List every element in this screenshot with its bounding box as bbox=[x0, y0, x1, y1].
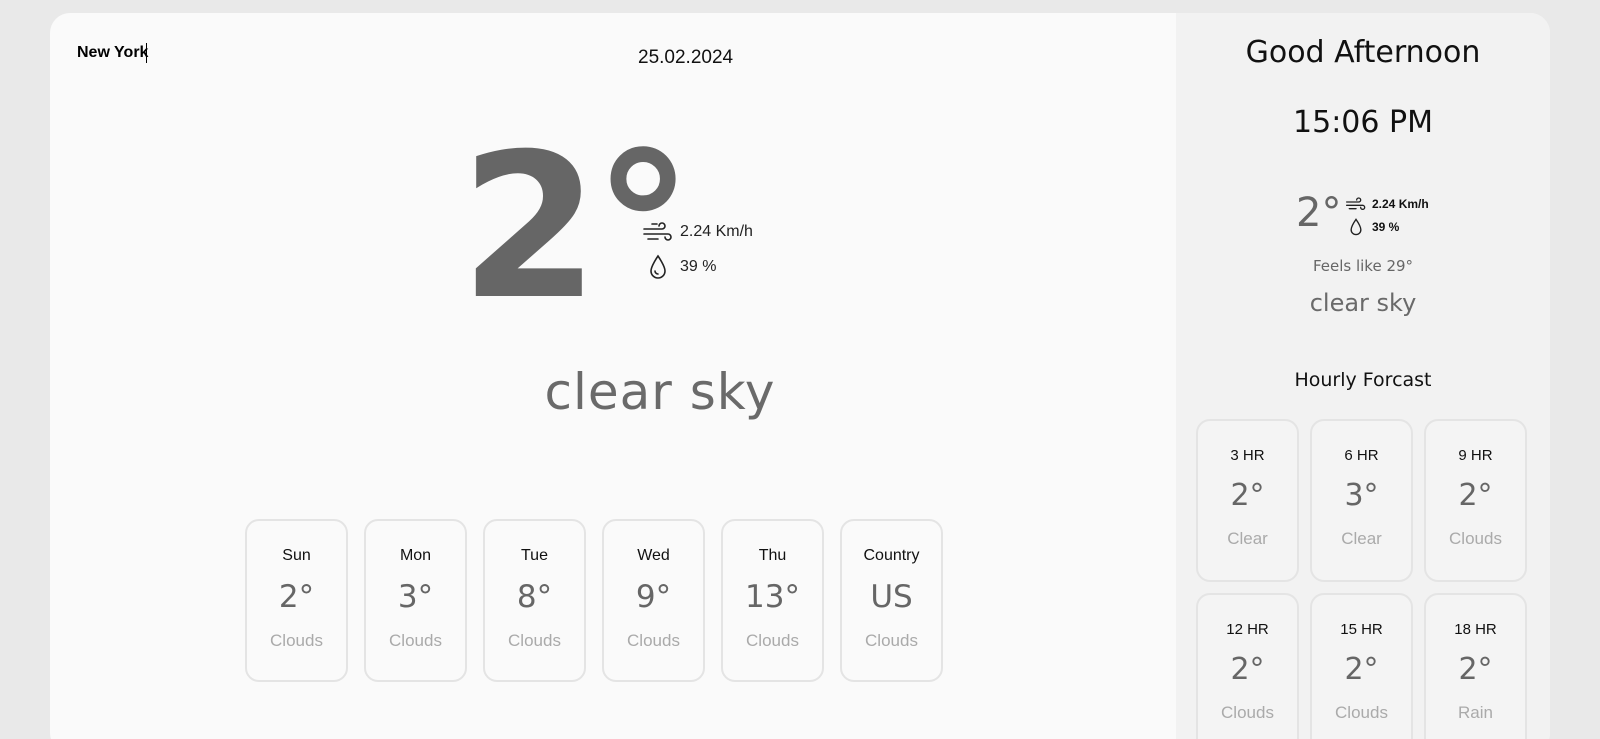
hourly-card: 18 HR 2° Rain bbox=[1424, 593, 1527, 739]
day-label: Mon bbox=[399, 547, 432, 564]
hourly-forecast-title: Hourly Forcast bbox=[1294, 369, 1432, 391]
humidity-value: 39 % bbox=[680, 258, 717, 275]
hour-label: 12 HR bbox=[1226, 621, 1269, 638]
sidebar: Good Afternoon 15:06 PM 2° 2.24 Km/h 39 … bbox=[1176, 13, 1550, 739]
hourly-card: 9 HR 2° Clouds bbox=[1424, 419, 1527, 582]
current-date: 25.02.2024 bbox=[638, 47, 734, 68]
hour-temperature: 2° bbox=[1230, 478, 1265, 513]
hour-condition: Clear bbox=[1227, 529, 1268, 548]
day-condition: Clouds bbox=[508, 631, 561, 650]
sidebar-humidity-stat: 39 % bbox=[1344, 217, 1399, 237]
day-label: Wed bbox=[637, 547, 670, 564]
sidebar-weather-description: clear sky bbox=[1309, 289, 1417, 317]
hourly-card: 3 HR 2° Clear bbox=[1196, 419, 1299, 582]
daily-card: Wed 9° Clouds bbox=[602, 519, 705, 682]
day-temperature: 8° bbox=[516, 579, 553, 615]
hourly-forecast: 3 HR 2° Clear 6 HR 3° Clear 9 HR 2° Clou… bbox=[1196, 419, 1531, 739]
day-label: Sun bbox=[282, 547, 311, 564]
main-panel: 25.02.2024 2° 2.24 Km/h 39 % bbox=[50, 13, 1176, 739]
country-condition: Clouds bbox=[865, 631, 918, 650]
daily-forecast: Sun 2° Clouds Mon 3° Clouds Tue 8° Cloud… bbox=[245, 519, 943, 682]
greeting: Good Afternoon bbox=[1245, 35, 1481, 70]
hour-condition: Clouds bbox=[1335, 703, 1388, 722]
current-time: 15:06 PM bbox=[1293, 105, 1433, 140]
day-temperature: 9° bbox=[635, 579, 672, 615]
daily-card: Thu 13° Clouds bbox=[721, 519, 824, 682]
wind-stat: 2.24 Km/h bbox=[640, 218, 753, 246]
hour-label: 15 HR bbox=[1340, 621, 1383, 638]
humidity-stat: 39 % bbox=[640, 253, 716, 281]
weather-description: clear sky bbox=[544, 363, 776, 421]
day-temperature: 13° bbox=[745, 579, 800, 615]
city-search-input[interactable] bbox=[77, 41, 297, 65]
sidebar-humidity-value: 39 % bbox=[1372, 220, 1400, 234]
daily-card: Mon 3° Clouds bbox=[364, 519, 467, 682]
daily-card: Tue 8° Clouds bbox=[483, 519, 586, 682]
country-label: Country bbox=[863, 547, 920, 564]
hour-temperature: 2° bbox=[1458, 652, 1493, 687]
hour-temperature: 2° bbox=[1458, 478, 1493, 513]
hour-condition: Rain bbox=[1458, 703, 1493, 722]
hour-temperature: 2° bbox=[1230, 652, 1265, 687]
day-condition: Clouds bbox=[627, 631, 680, 650]
wind-speed-value: 2.24 Km/h bbox=[680, 223, 753, 240]
hourly-card: 6 HR 3° Clear bbox=[1310, 419, 1413, 582]
hour-condition: Clouds bbox=[1221, 703, 1274, 722]
hour-label: 9 HR bbox=[1458, 447, 1493, 464]
text-caret bbox=[146, 43, 147, 63]
water-drop-icon bbox=[640, 253, 676, 281]
sidebar-wind-stat: 2.24 Km/h bbox=[1344, 194, 1429, 214]
wind-icon bbox=[640, 218, 676, 246]
day-condition: Clouds bbox=[746, 631, 799, 650]
feels-like: Feels like 29° bbox=[1312, 257, 1414, 275]
hour-condition: Clear bbox=[1341, 529, 1382, 548]
country-card: Country US Clouds bbox=[840, 519, 943, 682]
day-condition: Clouds bbox=[389, 631, 442, 650]
daily-card: Sun 2° Clouds bbox=[245, 519, 348, 682]
day-label: Thu bbox=[758, 547, 787, 564]
hour-label: 6 HR bbox=[1344, 447, 1379, 464]
weather-app: 25.02.2024 2° 2.24 Km/h 39 % bbox=[50, 13, 1550, 739]
hourly-card: 15 HR 2° Clouds bbox=[1310, 593, 1413, 739]
hour-condition: Clouds bbox=[1449, 529, 1502, 548]
hour-label: 18 HR bbox=[1454, 621, 1497, 638]
hour-label: 3 HR bbox=[1230, 447, 1265, 464]
hourly-card: 12 HR 2° Clouds bbox=[1196, 593, 1299, 739]
hour-temperature: 3° bbox=[1344, 478, 1379, 513]
wind-icon bbox=[1344, 194, 1368, 214]
hour-temperature: 2° bbox=[1344, 652, 1379, 687]
day-temperature: 2° bbox=[278, 579, 315, 615]
country-code: US bbox=[870, 579, 913, 615]
day-temperature: 3° bbox=[397, 579, 434, 615]
day-label: Tue bbox=[521, 547, 548, 564]
sidebar-temperature: 2° bbox=[1296, 190, 1342, 236]
day-condition: Clouds bbox=[270, 631, 323, 650]
sidebar-wind-value: 2.24 Km/h bbox=[1372, 197, 1429, 211]
water-drop-icon bbox=[1344, 217, 1368, 237]
